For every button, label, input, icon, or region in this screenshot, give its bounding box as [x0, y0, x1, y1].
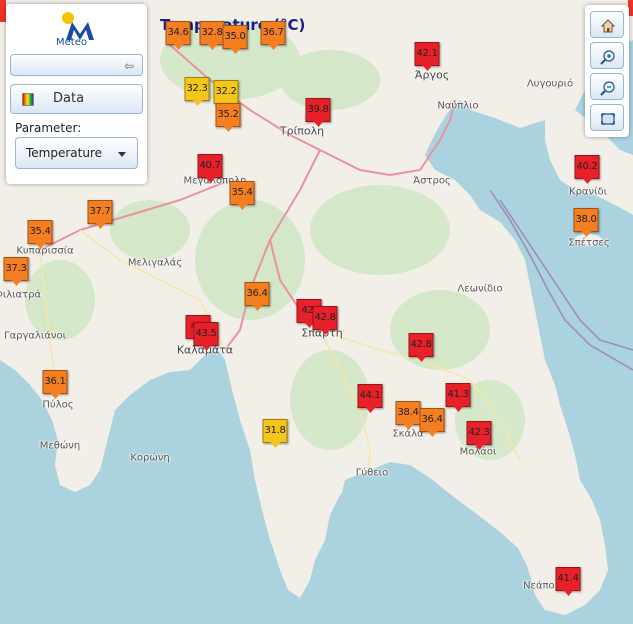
- temperature-marker[interactable]: 42.8: [408, 333, 434, 357]
- place-label: Λυγουριό: [526, 78, 574, 90]
- place-label: Μεθώνη: [39, 440, 81, 452]
- chevron-down-icon: [118, 152, 126, 157]
- temperature-marker[interactable]: 34.6: [165, 21, 191, 45]
- place-label: Πύλος: [42, 399, 74, 411]
- temperature-marker[interactable]: 32.2: [213, 80, 239, 104]
- temperature-marker[interactable]: 40.7: [197, 154, 223, 178]
- logo-text: Meteo: [56, 37, 87, 48]
- place-label: Φιλιατρά: [0, 289, 42, 301]
- temperature-marker[interactable]: 42.1: [414, 42, 440, 66]
- temperature-marker[interactable]: 32.3: [184, 77, 210, 101]
- place-label: Κυπαρισσία: [16, 245, 74, 257]
- temperature-marker[interactable]: 40.2: [574, 155, 600, 179]
- temperature-marker[interactable]: 32.8: [199, 21, 225, 45]
- control-panel: Meteo ⇦ Data Parameter: Temperature: [6, 4, 147, 184]
- place-label: Κρανίδι: [569, 186, 607, 198]
- temperature-marker[interactable]: 35.4: [27, 220, 53, 244]
- temperature-marker[interactable]: 42.3: [466, 421, 492, 445]
- place-label: Γαργαλιάνοι: [3, 330, 67, 342]
- color-scale-icon: [22, 93, 34, 106]
- parameter-select-value: Temperature: [26, 146, 103, 160]
- place-label: Μελιγαλάς: [127, 257, 183, 269]
- zoom-out-icon: [600, 81, 615, 96]
- zoom-extent-button[interactable]: [590, 104, 624, 131]
- temperature-marker[interactable]: 43.5: [193, 322, 219, 346]
- data-button-label: Data: [53, 91, 85, 106]
- place-label: Σπέτσες: [568, 237, 610, 249]
- map-tools-panel: [585, 5, 629, 137]
- temperature-marker[interactable]: 35.4: [229, 181, 255, 205]
- temperature-marker[interactable]: 41.4: [555, 567, 581, 591]
- temperature-marker[interactable]: 36.4: [419, 408, 445, 432]
- temperature-marker[interactable]: 37.3: [3, 257, 29, 281]
- home-button[interactable]: [590, 11, 624, 38]
- temperature-marker[interactable]: 38.0: [573, 208, 599, 232]
- place-label: Άργος: [414, 68, 450, 82]
- place-label: Ναύπλιο: [437, 100, 479, 112]
- zoom-extent-icon: [601, 113, 615, 125]
- temperature-marker[interactable]: 38.4: [395, 401, 421, 425]
- home-icon: [600, 19, 616, 33]
- place-label: Κορώνη: [130, 452, 170, 464]
- temperature-marker[interactable]: 37.7: [87, 200, 113, 224]
- temperature-marker[interactable]: 36.1: [42, 370, 68, 394]
- temperature-marker[interactable]: 36.4: [244, 282, 270, 306]
- temperature-marker[interactable]: 31.8: [262, 419, 288, 443]
- parameter-select[interactable]: Temperature: [15, 137, 138, 169]
- temperature-marker[interactable]: 36.7: [260, 21, 286, 45]
- data-button[interactable]: Data: [10, 84, 143, 114]
- collapse-panel-button[interactable]: ⇦: [10, 54, 143, 76]
- temperature-marker[interactable]: 42.8: [312, 306, 338, 330]
- zoom-in-button[interactable]: [590, 42, 624, 69]
- zoom-in-icon: [600, 50, 615, 65]
- arrow-left-icon: ⇦: [123, 59, 134, 73]
- temperature-marker[interactable]: 44.1: [357, 384, 383, 408]
- zoom-out-button[interactable]: [590, 73, 624, 100]
- place-label: Γύθειο: [355, 467, 389, 479]
- parameter-label: Parameter:: [15, 121, 82, 135]
- temperature-marker[interactable]: 35.2: [215, 103, 241, 127]
- place-label: Άστρος: [413, 175, 451, 187]
- temperature-marker[interactable]: 41.3: [445, 383, 471, 407]
- temperature-marker[interactable]: 39.8: [305, 98, 331, 122]
- place-label: Λεωνίδιο: [457, 283, 503, 295]
- temperature-marker[interactable]: 35.0: [222, 25, 248, 49]
